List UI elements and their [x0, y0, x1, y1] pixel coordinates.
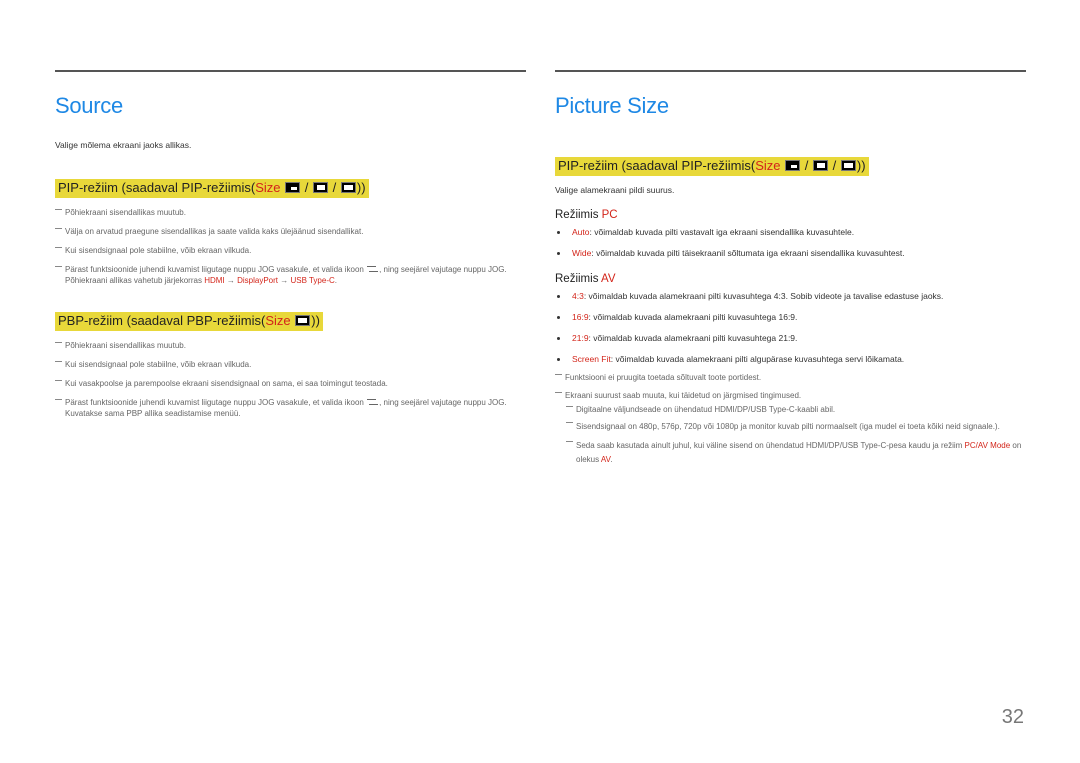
note: Kui sisendsignaal pole stabiilne, võib e…	[55, 245, 526, 256]
size-label: Size	[755, 158, 781, 173]
sub-note: Sisendsignaal on 480p, 576p, 720p või 10…	[566, 420, 1026, 434]
section-divider	[55, 70, 526, 72]
pip-large-icon	[840, 160, 856, 171]
note: Ekraani suurust saab muuta, kui täidetud…	[555, 390, 1026, 401]
pip-small-icon	[285, 182, 301, 193]
section-title: Source	[55, 93, 123, 118]
pip-medium-icon	[813, 160, 828, 171]
swap-icon	[366, 397, 379, 406]
pbp-notes: Põhiekraani sisendallikas muutub. Kui si…	[55, 340, 526, 419]
sub-note: Digitaalne väljundseade on ühendatud HDM…	[566, 404, 1026, 415]
pip-notes: Põhiekraani sisendallikas muutub. Välja …	[55, 207, 526, 286]
av-mode-heading: Režiimis AV	[555, 273, 616, 285]
size-label: Size	[255, 180, 281, 195]
sub-note: Seda saab kasutada ainult juhul, kui väl…	[566, 439, 1026, 467]
option-item: 21:9: võimaldab kuvada alamekraani pilti…	[555, 332, 1026, 344]
intro-text: Valige alamekraani pildi suurus.	[555, 185, 675, 195]
note: Välja on arvatud praegune sisendallikas …	[55, 226, 526, 237]
pbp-icon	[295, 315, 311, 326]
size-label: Size	[265, 313, 291, 328]
pc-options: Auto: võimaldab kuvada pilti vastavalt i…	[555, 226, 1026, 259]
pbp-heading: PBP-režiim (saadaval PBP-režiimis(Size )…	[55, 312, 323, 331]
pip-heading: PIP-režiim (saadaval PIP-režiimis(Size /…	[55, 179, 369, 198]
swap-icon	[366, 264, 379, 273]
pip-medium-icon	[313, 182, 328, 193]
note-jog: Pärast funktsioonide juhendi kuvamist li…	[55, 264, 526, 286]
pip-large-icon	[340, 182, 356, 193]
page-number: 32	[1001, 706, 1024, 728]
pc-mode-heading: Režiimis PC	[555, 209, 618, 221]
option-item: Screen Fit: võimaldab kuvada alamekraani…	[555, 353, 1026, 365]
note: Põhiekraani sisendallikas muutub.	[55, 207, 526, 218]
option-item: Wide: võimaldab kuvada pilti täisekraani…	[555, 247, 1026, 259]
option-item: Auto: võimaldab kuvada pilti vastavalt i…	[555, 226, 1026, 238]
pip-small-icon	[785, 160, 801, 171]
source-section: Source Valige mõlema ekraani jaoks allik…	[55, 70, 526, 419]
picture-size-section: Picture Size PIP-režiim (saadaval PIP-re…	[555, 70, 1026, 467]
intro-text: Valige mõlema ekraani jaoks allikas.	[55, 140, 192, 150]
option-item: 16:9: võimaldab kuvada alamekraani pilti…	[555, 311, 1026, 323]
note: Põhiekraani sisendallikas muutub.	[55, 340, 526, 351]
section-title: Picture Size	[555, 93, 669, 118]
note-jog: Pärast funktsioonide juhendi kuvamist li…	[55, 397, 526, 419]
option-item: 4:3: võimaldab kuvada alamekraani pilti …	[555, 290, 1026, 302]
note: Kui vasakpoolse ja parempoolse ekraani s…	[55, 378, 526, 389]
note: Kui sisendsignaal pole stabiilne, võib e…	[55, 359, 526, 370]
note: Funktsiooni ei pruugita toetada sõltuval…	[555, 372, 1026, 383]
section-divider	[555, 70, 1026, 72]
av-options: 4:3: võimaldab kuvada alamekraani pilti …	[555, 290, 1026, 365]
pip-heading: PIP-režiim (saadaval PIP-režiimis(Size /…	[555, 157, 869, 176]
picture-size-notes: Funktsiooni ei pruugita toetada sõltuval…	[555, 372, 1026, 467]
